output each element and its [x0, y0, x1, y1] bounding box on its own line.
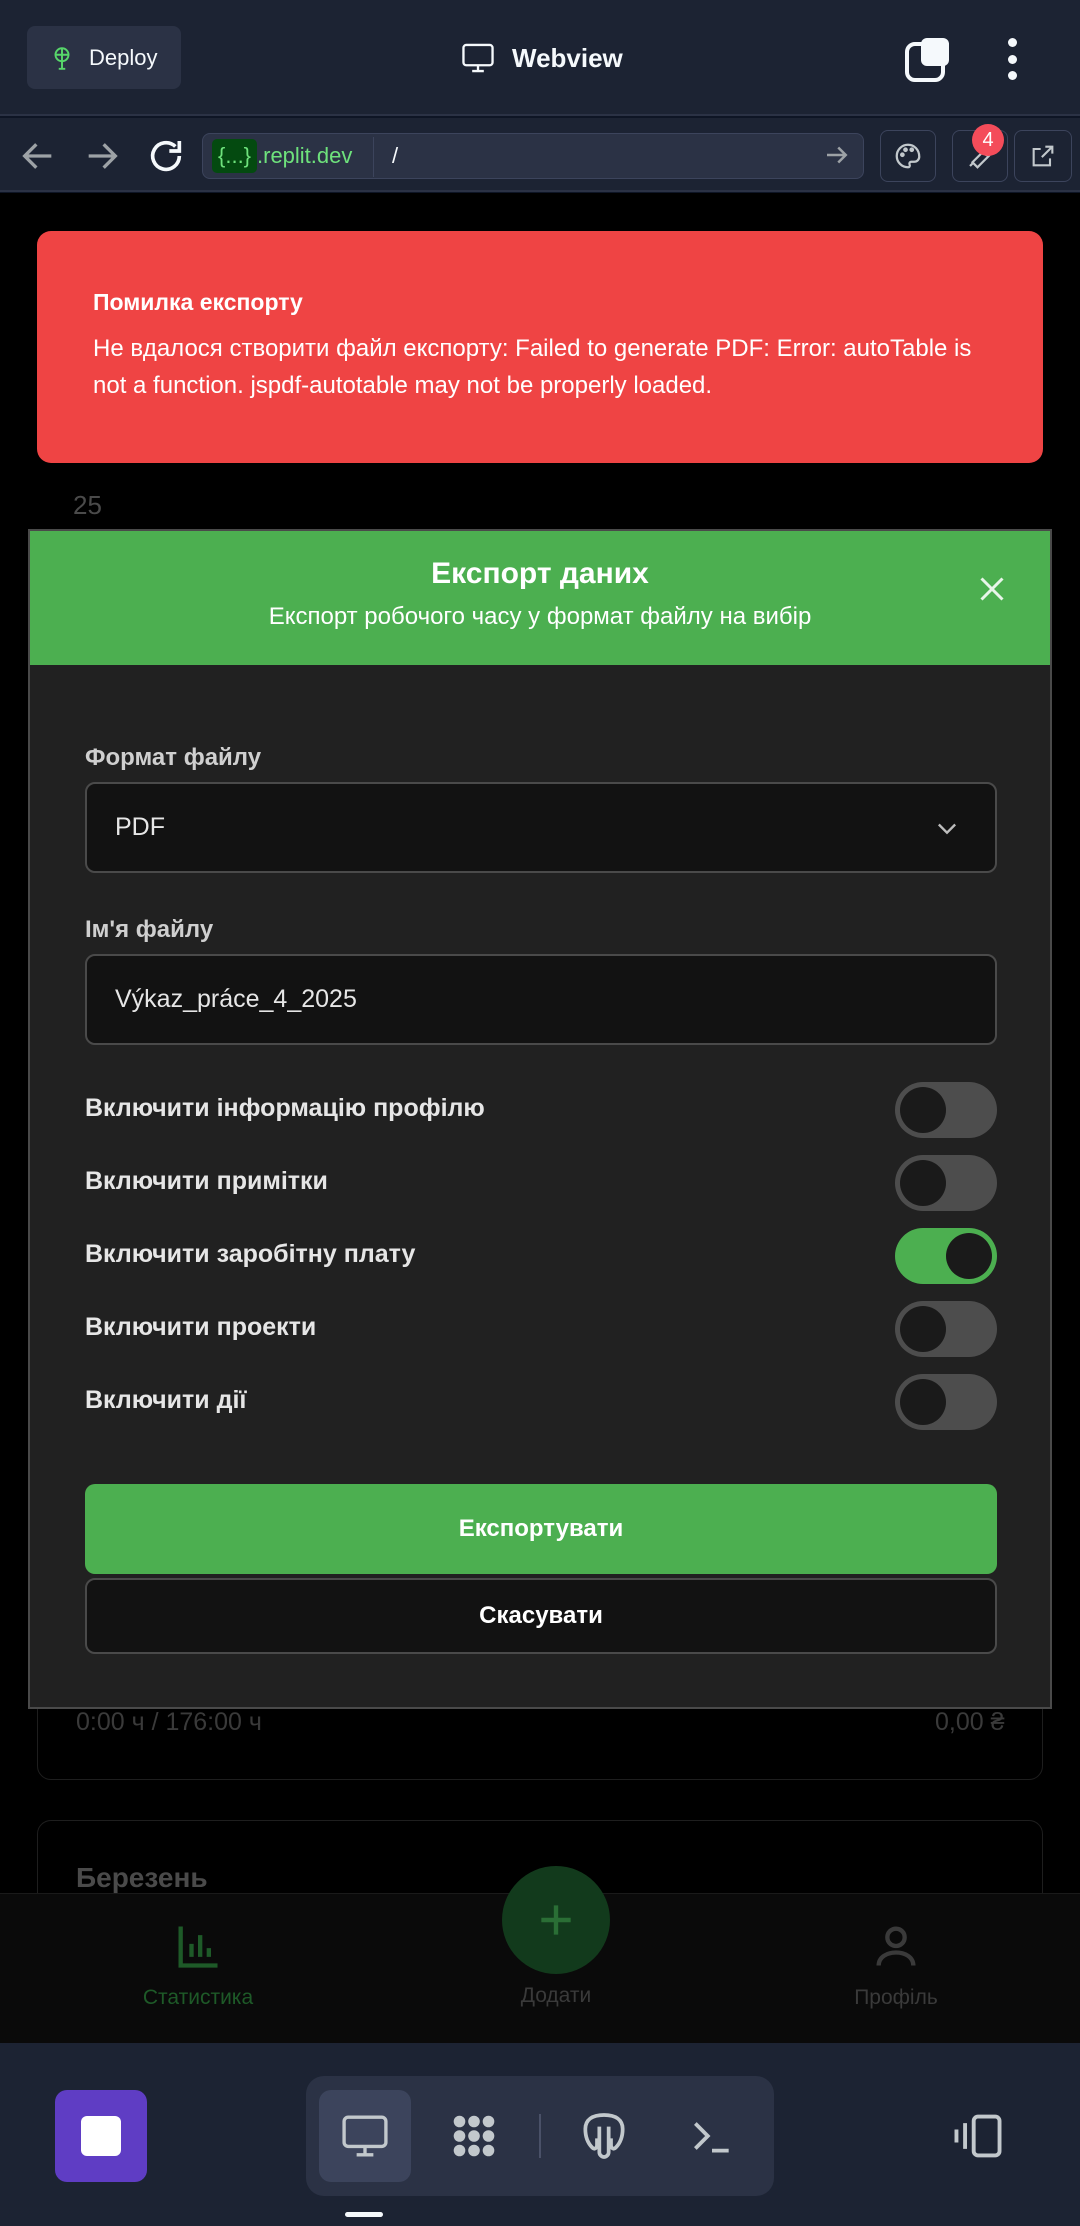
- url-divider: [373, 137, 374, 177]
- dock-database-button[interactable]: [558, 2090, 650, 2182]
- tabs-button[interactable]: [905, 36, 951, 82]
- nav-tab-profile[interactable]: Профіль: [786, 1920, 1006, 2010]
- reload-icon[interactable]: [146, 136, 186, 176]
- url-domain-tag: {...}: [212, 139, 258, 173]
- bg-card-number: 25: [73, 490, 102, 520]
- toggle-profile-label: Включити інформацію профілю: [85, 1094, 485, 1122]
- toggle-row-profile: Включити інформацію профілю: [85, 1082, 997, 1138]
- toggle-salary-label: Включити заробітну плату: [85, 1240, 416, 1268]
- external-link-icon: [1032, 145, 1054, 167]
- kebab-icon[interactable]: [994, 34, 1030, 84]
- palette-icon: [895, 143, 921, 169]
- notification-badge: 4: [972, 124, 1004, 156]
- arrow-right-icon[interactable]: [822, 140, 852, 170]
- panels-icon: [954, 2114, 1002, 2158]
- url-domain: .replit.dev: [257, 143, 353, 168]
- bg-amount-text: 0,00 ₴: [935, 1708, 1005, 1736]
- nav-tab-add[interactable]: Додати: [446, 1984, 666, 2008]
- nav-tab-stats-label: Статистика: [142, 1986, 254, 2009]
- toggle-profile-switch[interactable]: [895, 1082, 997, 1138]
- bg-hours-text: 0:00 ч / 176:00 ч: [76, 1708, 262, 1736]
- home-indicator: [345, 2212, 383, 2217]
- tabs-icon: [905, 38, 949, 82]
- chevron-down-icon: [938, 823, 956, 835]
- back-icon[interactable]: [18, 136, 58, 176]
- toggle-salary-switch[interactable]: [895, 1228, 997, 1284]
- format-select[interactable]: PDF: [85, 782, 997, 873]
- dots-grid-icon: [453, 2115, 495, 2157]
- plus-icon: [541, 1905, 571, 1935]
- close-icon[interactable]: [974, 571, 1010, 607]
- monitor-icon: [462, 43, 494, 73]
- external-link-button[interactable]: [1014, 130, 1072, 182]
- format-label: Формат файлу: [85, 744, 262, 771]
- chart-icon: [178, 1926, 218, 1968]
- toast-title: Помилка експорту: [93, 289, 303, 315]
- dock-webview-button[interactable]: [319, 2090, 411, 2182]
- toggle-row-actions: Включити дії: [85, 1374, 997, 1430]
- dock-shell-button[interactable]: [666, 2090, 758, 2182]
- forward-icon[interactable]: [82, 136, 122, 176]
- toggle-notes-label: Включити примітки: [85, 1167, 328, 1195]
- cancel-button[interactable]: Скасувати: [85, 1578, 997, 1654]
- stop-button[interactable]: [55, 2090, 147, 2182]
- dialog-title: Експорт даних: [431, 557, 649, 590]
- nav-tab-add-label: Додати: [520, 1984, 592, 2007]
- dock-separator: [539, 2114, 541, 2158]
- toggle-actions-label: Включити дії: [85, 1386, 247, 1414]
- webview-title: Webview: [460, 36, 623, 80]
- filename-label: Ім'я файлу: [85, 916, 214, 943]
- monitor-icon: [342, 2115, 388, 2157]
- toggle-actions-switch[interactable]: [895, 1374, 997, 1430]
- toggle-row-projects: Включити проекти: [85, 1301, 997, 1357]
- filename-input[interactable]: Výkaz_práce_4_2025: [85, 954, 997, 1045]
- dock-panels-button[interactable]: [932, 2090, 1024, 2182]
- export-button[interactable]: Експортувати: [85, 1484, 997, 1574]
- export-dialog: Експорт даних Експорт робочого часу у фо…: [28, 529, 1052, 1709]
- toggle-notes-switch[interactable]: [895, 1155, 997, 1211]
- url-path[interactable]: /: [392, 139, 398, 173]
- error-toast: Помилка експорту Не вдалося створити фай…: [37, 231, 1043, 463]
- postgres-icon: [583, 2113, 625, 2159]
- toggle-row-salary: Включити заробітну плату: [85, 1228, 997, 1284]
- nav-tab-profile-label: Профіль: [854, 1986, 938, 2009]
- nav-tab-stats[interactable]: Статистика: [88, 1920, 308, 2010]
- deploy-icon: [54, 46, 70, 70]
- bg-month-title: Березень: [76, 1862, 208, 1893]
- dock-packages-button[interactable]: [428, 2090, 520, 2182]
- dialog-header: Експорт даних Експорт робочого часу у фо…: [30, 531, 1050, 665]
- add-fab-button[interactable]: [502, 1866, 610, 1974]
- palette-button[interactable]: [880, 130, 936, 182]
- deploy-button[interactable]: Deploy: [27, 26, 181, 89]
- terminal-icon: [694, 2122, 729, 2153]
- toggle-row-notes: Включити примітки: [85, 1155, 997, 1211]
- webview-title-text: Webview: [512, 42, 623, 73]
- toggle-projects-label: Включити проекти: [85, 1313, 317, 1341]
- deploy-label: Deploy: [89, 44, 158, 70]
- stop-icon: [81, 2116, 121, 2156]
- format-value: PDF: [115, 813, 165, 841]
- dialog-subtitle: Експорт робочого часу у формат файлу на …: [268, 603, 812, 630]
- toggle-projects-switch[interactable]: [895, 1301, 997, 1357]
- toast-message: Не вдалося створити файл експорту: Faile…: [93, 335, 972, 399]
- user-icon: [876, 1926, 916, 1966]
